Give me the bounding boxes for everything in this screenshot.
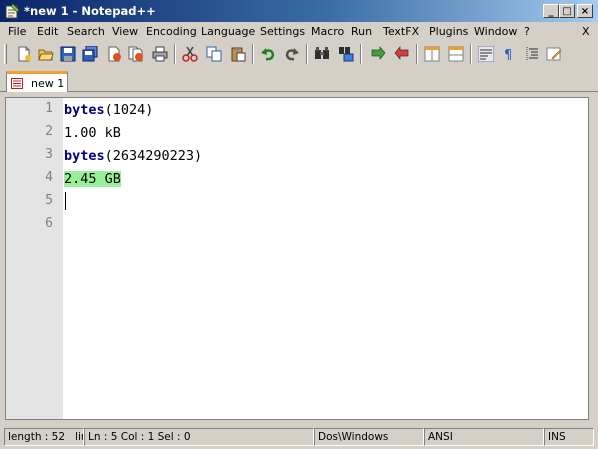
function-keyword: bytes — [64, 148, 105, 164]
line-number: 1 — [45, 101, 53, 116]
toolbar: ¶ — [0, 41, 598, 67]
notepadpp-logo-icon — [4, 3, 20, 19]
minimize-button[interactable]: _ — [543, 4, 559, 18]
menu-plugins[interactable]: Plugins — [429, 25, 468, 38]
undo-icon[interactable] — [258, 44, 278, 64]
code-line-2: 1.00 kB — [64, 123, 121, 144]
line-number: 4 — [45, 170, 53, 185]
new-file-icon[interactable] — [14, 44, 34, 64]
tab-label: new 1 — [31, 77, 65, 90]
user-defined-language-icon[interactable] — [544, 44, 564, 64]
function-argument: (2634290223) — [104, 148, 203, 164]
function-keyword: bytes — [64, 102, 105, 118]
code-line-4: 2.45 GB — [64, 169, 121, 190]
menu-view[interactable]: View — [112, 25, 138, 38]
menu-window[interactable]: Window — [474, 25, 517, 38]
status-lines: line — [75, 431, 83, 443]
menu-bar: File Edit Search View Encoding Language … — [0, 22, 598, 41]
menu-textfx[interactable]: TextFX — [383, 25, 419, 38]
save-icon[interactable] — [58, 44, 78, 64]
toolbar-grip[interactable] — [4, 44, 7, 64]
status-eol-format: Dos\Windows — [314, 428, 424, 446]
window-title: *new 1 - Notepad++ — [24, 4, 156, 18]
code-line-1: bytes(1024) — [64, 100, 153, 121]
status-position: Ln : 5 Col : 1 Sel : 0 — [84, 428, 314, 446]
toolbar-separator — [360, 44, 362, 64]
redo-icon[interactable] — [282, 44, 302, 64]
indent-guide-icon[interactable] — [522, 44, 542, 64]
function-argument: (1024) — [104, 102, 154, 118]
line-number: 2 — [45, 124, 53, 139]
toolbar-separator — [416, 44, 418, 64]
status-length-panel: length : 52 line — [4, 428, 84, 446]
line-number: 5 — [45, 193, 53, 208]
text-caret — [65, 192, 66, 210]
highlighted-result-text: 2.45 GB — [64, 171, 121, 187]
close-document-button[interactable]: X — [582, 25, 590, 38]
text-editor[interactable]: 1 2 3 4 5 6 bytes(1024) 1.00 kB bytes(26… — [5, 97, 589, 420]
sync-vertical-icon[interactable] — [422, 44, 442, 64]
copy-icon[interactable] — [204, 44, 224, 64]
notepadpp-window: *new 1 - Notepad++ _ □ × File Edit Searc… — [0, 0, 598, 449]
zoom-in-icon[interactable] — [368, 44, 388, 64]
word-wrap-icon[interactable] — [476, 44, 496, 64]
menu-run[interactable]: Run — [351, 25, 372, 38]
close-all-icon[interactable] — [126, 44, 146, 64]
menu-file[interactable]: File — [8, 25, 26, 38]
maximize-button[interactable]: □ — [559, 4, 575, 18]
sync-horizontal-icon[interactable] — [446, 44, 466, 64]
find-icon[interactable] — [312, 44, 332, 64]
cut-icon[interactable] — [180, 44, 200, 64]
tab-new-1[interactable]: new 1 — [6, 71, 68, 92]
close-window-button[interactable]: × — [577, 4, 593, 18]
paste-icon[interactable] — [228, 44, 248, 64]
menu-help[interactable]: ? — [524, 25, 530, 38]
save-all-icon[interactable] — [80, 44, 100, 64]
svg-text:¶: ¶ — [504, 48, 512, 62]
tab-bar: new 1 — [0, 67, 598, 92]
status-bar: length : 52 line Ln : 5 Col : 1 Sel : 0 … — [0, 425, 598, 449]
result-text: 1.00 kB — [64, 125, 121, 141]
menu-language[interactable]: Language — [201, 25, 255, 38]
line-number-gutter: 1 2 3 4 5 6 — [6, 98, 63, 419]
open-file-icon[interactable] — [36, 44, 56, 64]
status-insert-mode: INS — [544, 428, 594, 446]
menu-settings[interactable]: Settings — [260, 25, 305, 38]
zoom-out-icon[interactable] — [392, 44, 412, 64]
status-length: length : 52 — [8, 431, 66, 443]
replace-icon[interactable] — [336, 44, 356, 64]
toolbar-separator — [470, 44, 472, 64]
toolbar-separator — [174, 44, 176, 64]
modified-file-icon — [11, 78, 23, 89]
code-line-3: bytes(2634290223) — [64, 146, 202, 167]
menu-encoding[interactable]: Encoding — [146, 25, 197, 38]
menu-edit[interactable]: Edit — [37, 25, 58, 38]
line-number: 3 — [45, 147, 53, 162]
show-all-characters-icon[interactable]: ¶ — [498, 44, 518, 64]
menu-macro[interactable]: Macro — [311, 25, 344, 38]
title-bar[interactable]: *new 1 - Notepad++ _ □ × — [0, 0, 598, 22]
print-icon[interactable] — [150, 44, 170, 64]
menu-search[interactable]: Search — [67, 25, 105, 38]
toolbar-separator — [252, 44, 254, 64]
toolbar-separator — [306, 44, 308, 64]
line-number: 6 — [45, 216, 53, 231]
close-file-icon[interactable] — [104, 44, 124, 64]
status-encoding: ANSI — [424, 428, 544, 446]
